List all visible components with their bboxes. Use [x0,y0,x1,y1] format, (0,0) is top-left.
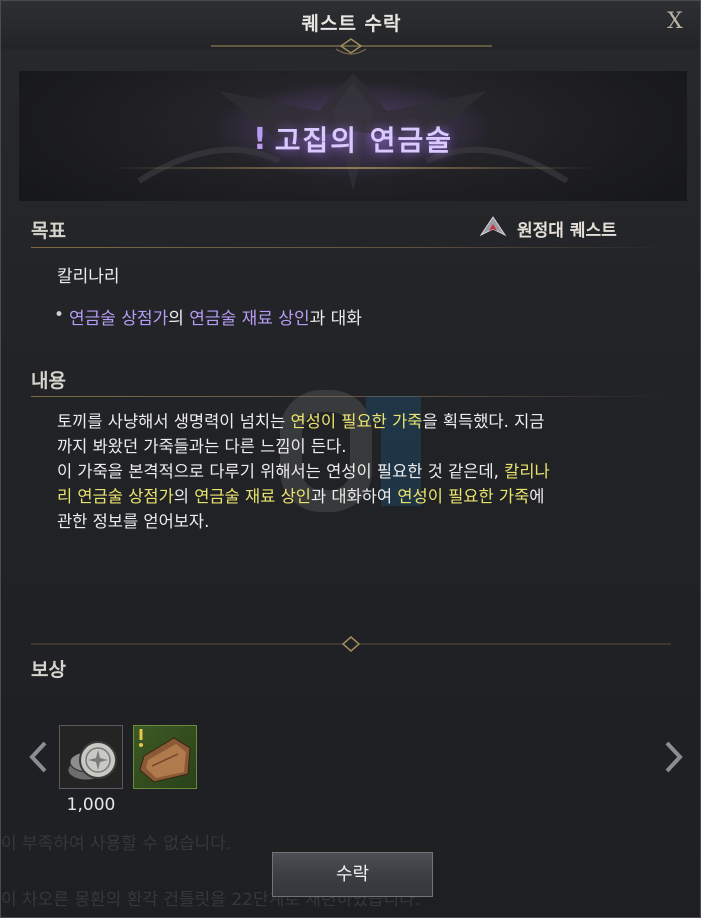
title-bar: 퀘스트 수락 X [1,1,700,55]
quest-type-label: 원정대 퀘스트 [517,221,617,241]
quest-accept-window: 퀘스트 수락 X ! 고집의 연금술 목표 원정대 퀘스트 칼리나리 • 연금술… [0,0,701,918]
description-text: 에 [529,487,545,506]
quest-type: 원정대 퀘스트 [479,215,659,241]
description-line: 토끼를 사냥해서 생명력이 넘치는 연성이 필요한 가죽을 획득했다. 지금 [57,409,657,434]
description-line: 관한 정보를 얻어보자. [57,512,210,531]
banner-divider [109,167,599,169]
description-line: 까지 봐왔던 가죽들과는 다른 느낌이 든다. [57,437,347,456]
leather-icon [139,729,191,783]
accept-button[interactable]: 수락 [272,852,433,897]
item-highlight: 연성이 필요한 가죽 [290,412,423,431]
content-header: 내용 [31,370,66,392]
description-text: 의 [173,487,195,506]
reward-slot-leather[interactable] [133,725,197,789]
reward-count: 1,000 [66,795,116,815]
silver-coins-icon [67,741,117,781]
quest-description: 토끼를 사냥해서 생명력이 넘치는 연성이 필요한 가죽을 획득했다. 지금 까… [57,409,657,534]
quest-banner: ! 고집의 연금술 [19,71,687,201]
expedition-quest-icon [479,216,507,237]
objective-bullet: • [54,305,65,325]
description-text: 이 가죽을 본격적으로 다루기 위해서는 연성이 필요한 것 같은데, [57,462,505,481]
title-ornament-icon [211,38,492,55]
location-highlight: 칼리나 [504,462,550,481]
background-chat-text: 이 부족하여 사용할 수 없습니다. [1,834,232,854]
quest-name-row: ! 고집의 연금술 [19,119,687,159]
objective-npc-link[interactable]: 연금술 재료 상인 [189,309,309,329]
description-line: 이 가죽을 본격적으로 다루기 위해서는 연성이 필요한 것 같은데, 칼리나 [57,459,657,484]
goal-header-line [31,247,671,248]
goal-npc-name: 칼리나리 [57,267,120,287]
objective-text-part: 의 [168,309,190,329]
reward-header: 보상 [31,659,66,681]
quest-exclamation-icon: ! [253,121,267,157]
description-text: 과 대화하여 [310,487,398,506]
description-text: 을 획득했다. 지금 [422,412,545,431]
reward-next-arrow-icon[interactable] [661,737,687,777]
objective-text: 연금술 상점가의 연금술 재료 상인과 대화 [69,304,362,329]
window-title: 퀘스트 수락 [301,13,402,35]
description-text: 토끼를 사냥해서 생명력이 넘치는 [57,412,291,431]
quest-name: 고집의 연금술 [274,124,453,157]
reward-slot-silver[interactable] [59,725,123,789]
reward-prev-arrow-icon[interactable] [25,737,51,777]
location-highlight: 리 연금술 상점가 [57,487,174,506]
objective-text-part: 과 대화 [309,309,362,329]
goal-header: 목표 [31,220,66,242]
close-button[interactable]: X [662,9,688,35]
description-line: 리 연금술 상점가의 연금술 재료 상인과 대화하여 연성이 필요한 가죽에 [57,484,657,509]
item-highlight: 연성이 필요한 가죽 [397,487,530,506]
objective-location-link[interactable]: 연금술 상점가 [69,309,168,329]
section-divider-icon [31,636,671,652]
npc-highlight: 연금술 재료 상인 [194,487,311,506]
